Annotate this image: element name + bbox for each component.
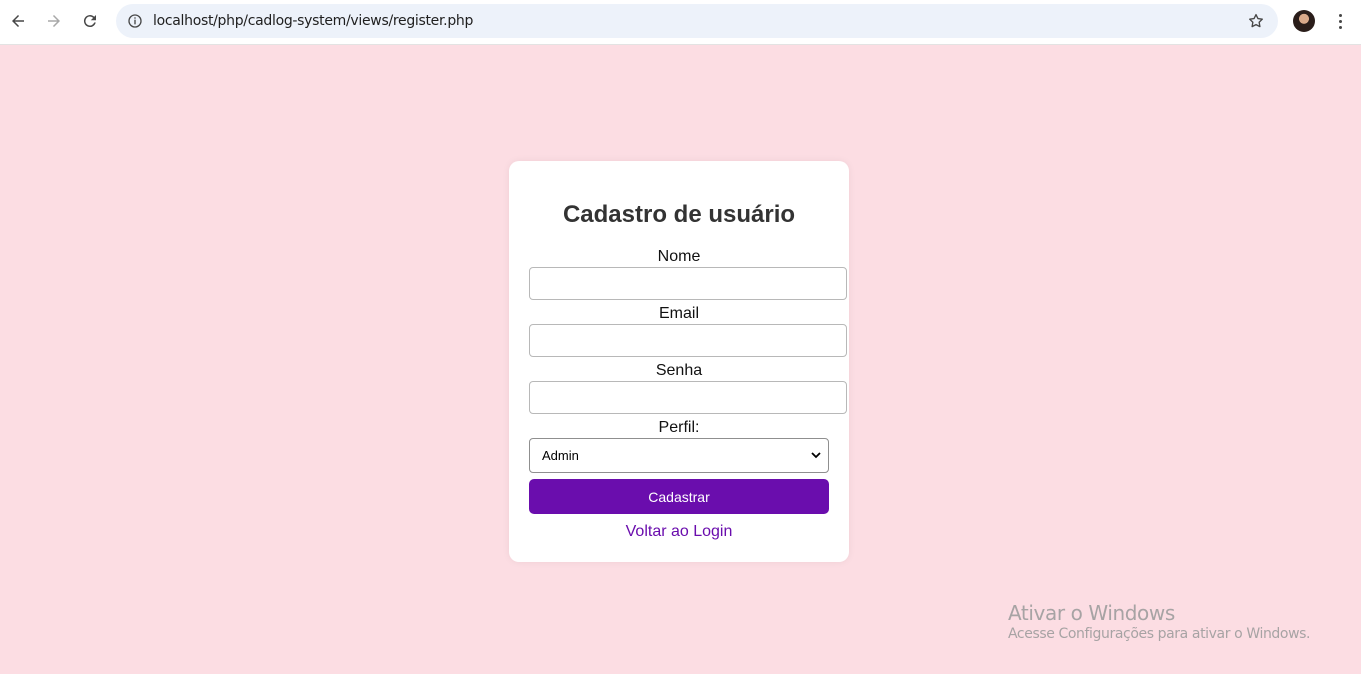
bookmark-button[interactable]	[1246, 11, 1266, 31]
back-arrow-icon	[12, 15, 24, 27]
windows-activation-subtitle: Acesse Configurações para ativar o Windo…	[1008, 626, 1311, 642]
back-to-login-link[interactable]: Voltar ao Login	[509, 523, 849, 541]
url-text[interactable]: localhost/php/cadlog-system/views/regist…	[153, 13, 473, 29]
password-input[interactable]	[529, 381, 847, 414]
reload-button[interactable]	[76, 7, 104, 35]
profile-avatar[interactable]	[1293, 10, 1315, 32]
profile-select[interactable]: Admin	[529, 438, 829, 473]
profile-selected-value: Admin	[542, 448, 579, 463]
reload-icon	[83, 15, 96, 28]
browser-toolbar: localhost/php/cadlog-system/views/regist…	[0, 0, 1361, 45]
site-info-icon	[128, 14, 142, 28]
page-title: Cadastro de usuário	[562, 201, 796, 228]
name-label: Nome	[657, 248, 701, 265]
bookmark-star-icon	[1249, 13, 1263, 28]
password-label: Senha	[655, 362, 703, 379]
forward-button[interactable]	[40, 7, 68, 35]
name-input[interactable]	[529, 267, 847, 300]
chevron-down-icon	[811, 452, 821, 459]
more-menu-icon[interactable]	[1330, 10, 1350, 32]
site-info-button[interactable]	[122, 8, 148, 34]
register-card: Cadastro de usuário Nome Email Senha Per…	[509, 161, 849, 562]
address-bar[interactable]: localhost/php/cadlog-system/views/regist…	[116, 4, 1278, 38]
register-submit-button[interactable]: Cadastrar	[529, 479, 829, 514]
email-input[interactable]	[529, 324, 847, 357]
back-button[interactable]	[4, 7, 32, 35]
profile-label: Perfil:	[658, 419, 700, 436]
forward-arrow-icon	[48, 15, 60, 27]
windows-activation-title: Ativar o Windows	[1008, 601, 1175, 625]
email-label: Email	[658, 305, 699, 322]
